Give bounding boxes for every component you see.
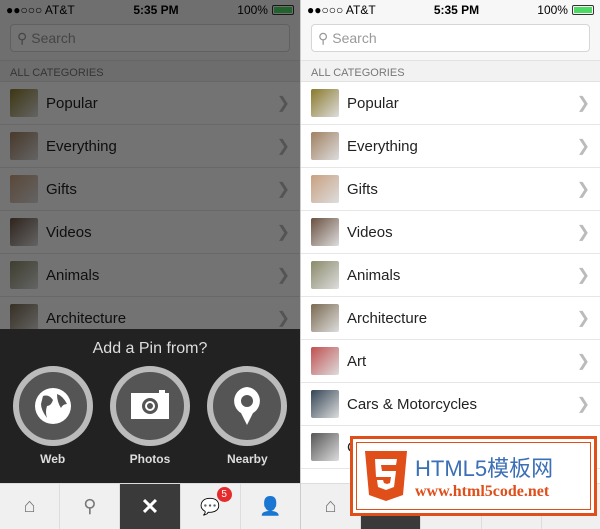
category-label: Everything [347, 137, 418, 155]
category-label: Animals [347, 266, 401, 284]
location-pin-icon [234, 387, 261, 425]
category-thumbnail [311, 261, 339, 289]
chevron-right-icon: ❯ [576, 396, 590, 413]
search-input[interactable]: ⚲ Search [311, 24, 590, 52]
chevron-right-icon: ❯ [576, 95, 590, 112]
watermark-url: www.html5code.net [415, 483, 550, 500]
home-icon: ⌂ [23, 495, 36, 517]
nearby-label: Nearby [226, 452, 268, 466]
category-thumbnail [311, 132, 339, 160]
add-pin-sheet: Add a Pin from? Web Photos Nearby [0, 329, 300, 483]
home-icon: ⌂ [324, 495, 337, 517]
search-placeholder: Search [332, 30, 377, 46]
category-thumbnail [311, 89, 339, 117]
clock: 5:35 PM [433, 3, 480, 17]
notification-badge: 5 [216, 487, 232, 502]
category-label: Art [347, 352, 367, 370]
category-row[interactable]: Gifts ❯ [301, 168, 600, 211]
chevron-right-icon: ❯ [576, 181, 590, 198]
category-list: Popular ❯ Everything ❯ Gifts ❯ Videos ❯ Animals ❯… [301, 82, 600, 469]
nearby-option[interactable]: Nearby [202, 366, 292, 466]
web-label: Web [40, 452, 66, 466]
watermark: HTML5模板网 www.html5code.net [350, 436, 597, 516]
category-thumbnail [311, 304, 339, 332]
tab-home[interactable]: ⌂ [0, 484, 61, 529]
status-bar: ●●○○○ AT&T 5:35 PM 100% [301, 0, 600, 20]
tab-notifications[interactable]: 💬 5 [181, 484, 241, 529]
category-row[interactable]: Videos ❯ [301, 211, 600, 254]
search-icon: ⚲ [83, 496, 97, 516]
chevron-right-icon: ❯ [576, 138, 590, 155]
category-row[interactable]: Cars & Motorcycles ❯ [301, 383, 600, 426]
category-label: Gifts [347, 180, 378, 198]
chevron-right-icon: ❯ [576, 267, 590, 284]
category-row[interactable]: Everything ❯ [301, 125, 600, 168]
category-thumbnail [311, 175, 339, 203]
tab-profile[interactable]: 👤 [241, 484, 300, 529]
category-label: Videos [347, 223, 393, 241]
category-row[interactable]: Popular ❯ [301, 82, 600, 125]
category-row[interactable]: Architecture ❯ [301, 297, 600, 340]
chevron-right-icon: ❯ [576, 310, 590, 327]
battery-percent: 100% [537, 3, 568, 17]
web-option[interactable]: Web [8, 366, 98, 466]
category-label: Cars & Motorcycles [347, 395, 478, 413]
category-row[interactable]: Animals ❯ [301, 254, 600, 297]
tab-close[interactable]: ✕ [120, 484, 181, 529]
category-thumbnail [311, 347, 339, 375]
search-icon: ⚲ [318, 29, 329, 46]
close-icon: ✕ [140, 493, 160, 519]
news-icon: 💬 [200, 498, 221, 516]
photos-label: Photos [129, 452, 171, 466]
category-thumbnail [311, 390, 339, 418]
tab-bar: ⌂ ⚲ ✕ 💬 5 👤 [0, 483, 300, 529]
battery-icon [571, 5, 594, 15]
category-label: Architecture [347, 309, 428, 327]
user-icon: 👤 [259, 496, 282, 516]
globe-icon [34, 388, 71, 424]
carrier: ●●○○○ AT&T [307, 3, 376, 17]
category-label: Popular [347, 94, 399, 112]
html5-logo-icon [365, 451, 407, 501]
sheet-title: Add a Pin from? [92, 340, 208, 357]
category-thumbnail [311, 218, 339, 246]
photos-option[interactable]: Photos [105, 366, 195, 466]
category-row[interactable]: Art ❯ [301, 340, 600, 383]
left-screen: ●●○○○ AT&T 5:35 PM 100% ⚲Search ALL CATE… [0, 0, 300, 529]
camera-icon [130, 390, 169, 419]
chevron-right-icon: ❯ [576, 353, 590, 370]
section-header: ALL CATEGORIES [301, 60, 600, 82]
tab-search[interactable]: ⚲ [60, 484, 121, 529]
watermark-title: HTML5模板网 [415, 456, 554, 481]
category-thumbnail [311, 433, 339, 461]
chevron-right-icon: ❯ [576, 224, 590, 241]
